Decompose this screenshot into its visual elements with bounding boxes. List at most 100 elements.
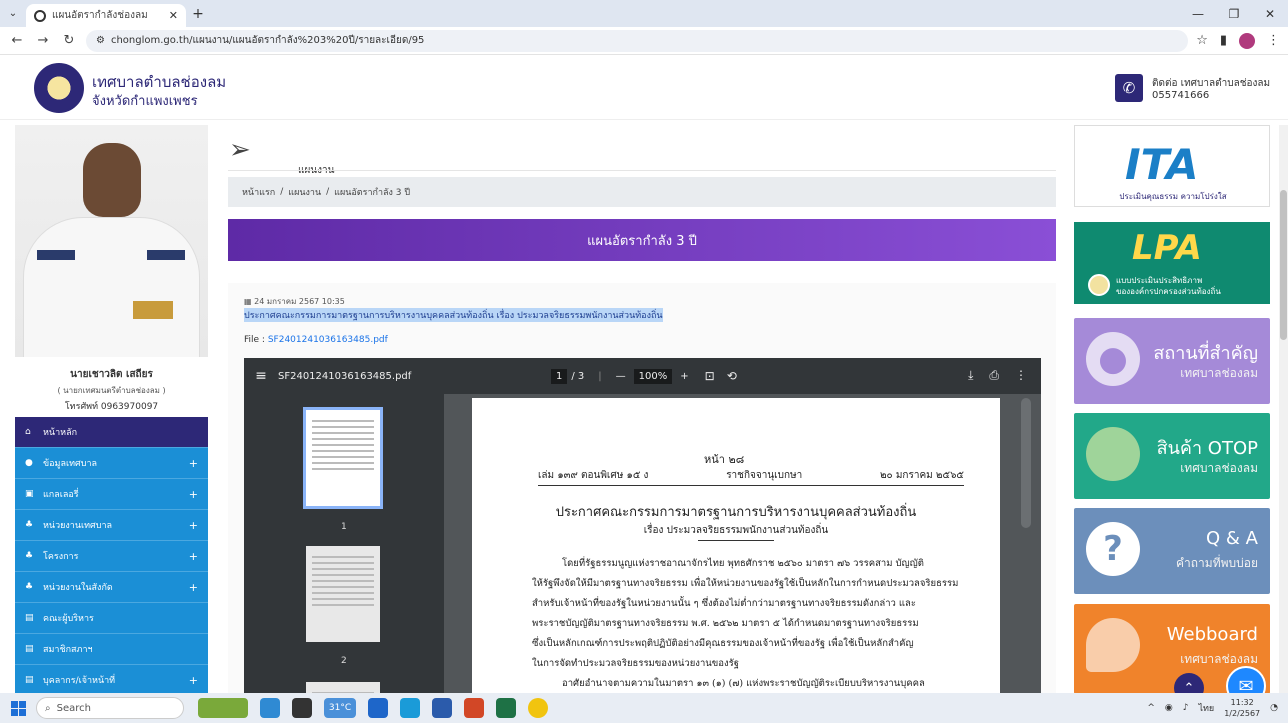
pdf-page-control: 1 / 3 [551,368,584,384]
powerpoint-icon[interactable] [464,698,484,718]
municipality-logo[interactable] [34,63,84,113]
pdf-thumbnail-1[interactable] [303,407,383,509]
pdf-page: หน้า ๒๘ เล่ม ๑๓๙ ตอนพิเศษ ๑๕ ง ราชกิจจาน… [472,398,1000,723]
mayor-position: ( นายกเทศมนตรีตำบลช่องลม ) [57,386,166,395]
pdf-thumbnail-pane: 1 2 [244,394,444,723]
zoom-in-button[interactable]: + [680,371,688,382]
url-text: chonglom.go.th/แผนงาน/แผนอัตรากำลัง%203%… [110,35,425,46]
notification-icon[interactable]: ◔ [1270,703,1278,713]
tab-search-button[interactable]: ⌄ [0,0,26,27]
taskbar-search[interactable]: ⌕ Search [36,697,184,719]
qa-banner[interactable]: ? Q & A คำถามที่พบบ่อย [1074,508,1270,594]
menu-item-info[interactable]: ● ข้อมูลเทศบาล + [15,448,208,479]
page-number-input[interactable]: 1 [551,368,568,384]
post-file: File : SF2401241036163485.pdf [244,335,388,345]
copilot-icon[interactable] [260,698,280,718]
window-controls: — ❐ ✕ [1180,0,1288,27]
pdf-scrollbar[interactable] [1021,398,1031,528]
pdf-more-icon[interactable]: ⋮ [1015,368,1027,383]
home-icon: ⌂ [25,427,31,437]
breadcrumb-plans[interactable]: แผนงาน [288,185,321,199]
page-banner: แผนอัตรากำลัง 3 ปี [228,219,1056,261]
menu-item-projects[interactable]: ♣ โครงการ + [15,541,208,572]
fit-page-icon[interactable]: ⊡ [705,369,715,383]
zoom-out-button[interactable]: — [616,371,626,382]
store-icon[interactable] [400,698,420,718]
pdf-thumbnail-2[interactable] [306,546,380,642]
chrome-icon[interactable] [528,698,548,718]
close-window-button[interactable]: ✕ [1252,0,1288,27]
breadcrumb-home[interactable]: หน้าแรก [242,185,275,199]
org-icon: ♣ [25,551,34,561]
org-icon: ♣ [25,520,34,530]
start-button[interactable] [0,693,36,723]
pdf-viewer: ≡ SF2401241036163485.pdf 1 / 3 | — 100% … [244,358,1041,723]
lpa-logo: LPA [1132,228,1202,268]
profile-avatar[interactable] [1239,32,1255,49]
new-tab-button[interactable]: + [186,0,210,27]
forward-button[interactable]: → [34,33,52,48]
thumb-label-2: 2 [341,656,347,666]
places-banner[interactable]: ● สถานที่สำคัญ เทศบาลช่องลม [1074,318,1270,404]
site-name: เทศบาลตำบลช่องลม [92,73,227,91]
word-icon[interactable] [432,698,452,718]
volume-icon[interactable]: ♪ [1183,703,1189,713]
download-icon[interactable]: ⤓ [968,368,973,383]
print-icon[interactable]: ⎙ [989,368,999,383]
weather-icon[interactable]: 31°C [324,698,356,718]
contact-phone: 055741666 [1152,90,1210,101]
network-icon[interactable]: ◉ [1165,703,1173,713]
more-menu-icon[interactable]: ⋮ [1267,33,1280,48]
menu-item-home[interactable]: ⌂ หน้าหลัก [15,417,208,448]
menu-item-departments[interactable]: ♣ หน่วยงานเทศบาล + [15,510,208,541]
clock[interactable]: 11:32 1/2/2567 [1224,697,1260,719]
ita-banner[interactable]: ITA ประเมินคุณธรรม ความโปร่งใส [1074,125,1270,207]
breadcrumb: หน้าแรก / แผนงาน / แผนอัตรากำลัง 3 ปี [228,177,1056,207]
file-link[interactable]: SF2401241036163485.pdf [268,335,388,345]
menu-item-staff[interactable]: ▤ บุคลากร/เจ้าหน้าที่ + [15,665,208,696]
tab-title: แผนอัตรากำลังช่องลม [52,10,148,21]
pdf-zoom-control: — 100% + [616,368,689,384]
pdf-toolbar: ≡ SF2401241036163485.pdf 1 / 3 | — 100% … [244,358,1041,394]
menu-item-agencies[interactable]: ♣ หน่วยงานในสังกัด + [15,572,208,603]
minimize-button[interactable]: — [1180,0,1216,27]
widget-icon[interactable] [198,698,248,718]
sidepanel-icon[interactable]: ▮ [1220,33,1227,48]
restore-button[interactable]: ❐ [1216,0,1252,27]
edge-icon[interactable] [368,698,388,718]
tray-chevron-icon[interactable]: ^ [1147,703,1155,713]
post-title[interactable]: ประกาศคณะกรรมการมาตรฐานการบริหารงานบุคคล… [244,308,663,322]
close-tab-icon[interactable]: ✕ [169,9,178,22]
search-icon: ⌕ [45,702,51,714]
lpa-banner[interactable]: LPA แบบประเมินประสิทธิภาพ ขององค์กรปกครอ… [1074,222,1270,304]
otop-banner[interactable]: สินค้า OTOP เทศบาลช่องลม [1074,413,1270,499]
page-scroll-thumb[interactable] [1280,190,1287,340]
reload-button[interactable]: ↻ [60,33,78,48]
browser-tab[interactable]: แผนอัตรากำลังช่องลม ✕ [26,4,186,27]
card-icon: ▤ [25,675,34,685]
excel-icon[interactable] [496,698,516,718]
zoom-input[interactable]: 100% [633,368,673,384]
bookmark-star-icon[interactable]: ☆ [1196,33,1208,48]
doc-page-number: หน้า ๒๘ [704,453,745,466]
question-icon: ? [1086,522,1140,576]
mayor-phone: โทรศัพท์ 0963970097 [64,402,159,412]
rotate-icon[interactable]: ⟲ [727,369,737,383]
url-input[interactable]: ⚙ chonglom.go.th/แผนงาน/แผนอัตรากำลัง%20… [86,29,1189,52]
menu-item-executives[interactable]: ▤ คณะผู้บริหาร [15,603,208,634]
site-info-icon[interactable]: ⚙ [96,35,105,46]
gallery-icon: ▣ [25,489,34,499]
task-view-icon[interactable] [292,698,312,718]
menu-item-gallery[interactable]: ▣ แกลเลอรี่ + [15,479,208,510]
mayor-name: นายเชาวลิต เสถียร [70,369,153,380]
menu-item-council[interactable]: ▤ สมาชิกสภาฯ [15,634,208,665]
ita-logo: ITA [1125,140,1199,189]
windows-logo-icon [10,700,26,716]
site-header: เทศบาลตำบลช่องลม จังหวัดกำแพงเพชร [0,55,1288,120]
contact-label: ติดต่อ เทศบาลตำบลช่องลม [1152,78,1271,89]
back-button[interactable]: ← [8,33,26,48]
hamburger-menu-icon[interactable]: ≡ [244,368,278,384]
system-tray: ^ ◉ ♪ ไทย 11:32 1/2/2567 ◔ [1147,693,1278,723]
thumb-label-1: 1 [341,522,347,532]
language-indicator[interactable]: ไทย [1198,701,1214,715]
